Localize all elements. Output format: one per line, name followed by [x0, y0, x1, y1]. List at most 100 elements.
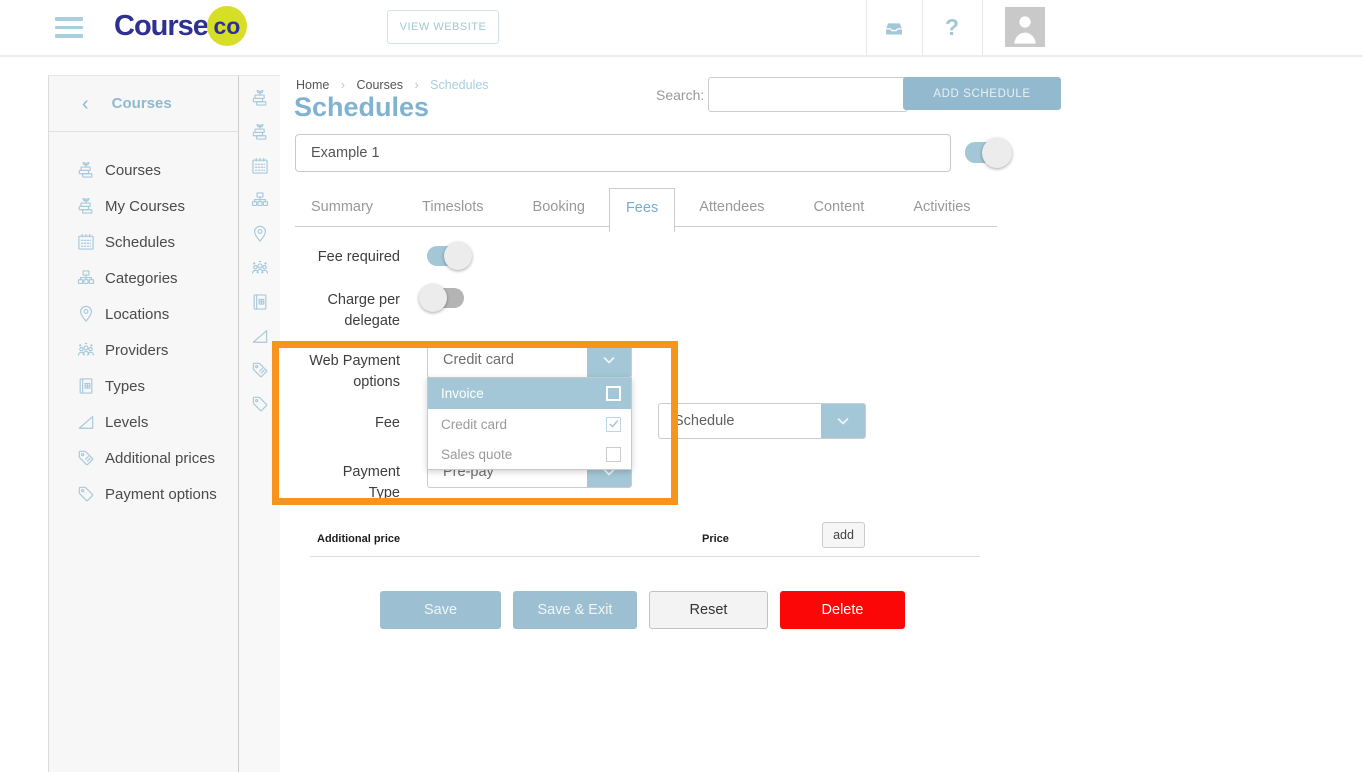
chevron-left-icon: ‹	[82, 95, 89, 113]
price-column-header: Price	[702, 533, 729, 545]
breadcrumb-schedules: Schedules	[430, 78, 488, 92]
web-payment-selected-value: Credit card	[428, 343, 587, 377]
fee-label: Fee	[295, 413, 400, 434]
breadcrumb-home[interactable]: Home	[296, 78, 329, 92]
add-schedule-button[interactable]: ADD SCHEDULE	[903, 77, 1061, 110]
menu-item-credit-card[interactable]: Credit card	[428, 409, 631, 439]
sidebar-item-label: Courses	[105, 162, 161, 179]
sidebar-item-label: Levels	[105, 414, 148, 431]
app-header: Course co VIEW WEBSITE ?	[0, 0, 1363, 57]
payment-options-icon[interactable]	[250, 394, 270, 414]
page-title: Schedules	[294, 92, 429, 123]
charge-per-delegate-toggle[interactable]	[427, 288, 464, 308]
sidebar-item-categories[interactable]: Categories	[49, 260, 238, 296]
courses-icon[interactable]	[250, 88, 270, 108]
schedules-icon[interactable]	[250, 156, 270, 176]
fee-required-toggle[interactable]	[427, 246, 464, 266]
add-price-button[interactable]: add	[822, 522, 865, 548]
tab-activities[interactable]: Activities	[897, 188, 986, 226]
app-logo[interactable]: Course co	[114, 6, 247, 46]
menu-icon[interactable]	[55, 17, 83, 43]
sidebar-item-types[interactable]: Types	[49, 368, 238, 404]
avatar[interactable]	[1005, 7, 1045, 47]
sidebar-item-courses[interactable]: Courses	[49, 152, 238, 188]
checkbox-unchecked-icon[interactable]	[606, 386, 621, 401]
tab-attendees[interactable]: Attendees	[683, 188, 780, 226]
menu-item-label: Credit card	[441, 417, 507, 432]
sidebar-item-my-courses[interactable]: My Courses	[49, 188, 238, 224]
locations-icon	[76, 304, 96, 324]
help-icon: ?	[945, 14, 959, 41]
sidebar-item-locations[interactable]: Locations	[49, 296, 238, 332]
categories-icon	[76, 268, 96, 288]
breadcrumb-courses[interactable]: Courses	[356, 78, 403, 92]
locations-icon[interactable]	[250, 224, 270, 244]
schedule-name-input[interactable]	[295, 134, 951, 172]
web-payment-options-label: Web Payment options	[295, 351, 400, 393]
sidebar-item-additional-prices[interactable]: Additional prices	[49, 440, 238, 476]
search-input[interactable]	[708, 77, 908, 112]
my-courses-icon[interactable]	[250, 122, 270, 142]
menu-item-invoice[interactable]: Invoice	[428, 378, 631, 409]
inbox-icon	[880, 16, 908, 40]
checkbox-checked-icon[interactable]	[606, 417, 621, 432]
view-website-button[interactable]: VIEW WEBSITE	[387, 10, 499, 44]
breadcrumb-separator: ›	[341, 78, 345, 92]
fee-schedule-select-button[interactable]	[821, 404, 865, 438]
sidebar: ‹ Courses Courses My Courses Schedules C…	[48, 75, 238, 772]
tab-bar: Summary Timeslots Booking Fees Attendees…	[295, 188, 997, 227]
reset-button[interactable]: Reset	[649, 591, 768, 629]
save-button[interactable]: Save	[380, 591, 501, 629]
courses-icon	[76, 160, 96, 180]
sidebar-item-label: Categories	[105, 270, 178, 287]
user-icon	[1005, 7, 1045, 47]
delete-button[interactable]: Delete	[780, 591, 905, 629]
categories-icon[interactable]	[250, 190, 270, 210]
app-window: Course co VIEW WEBSITE ? ‹ Courses	[0, 0, 1363, 772]
web-payment-select[interactable]: Credit card	[427, 342, 632, 378]
chevron-down-icon	[601, 352, 617, 368]
my-courses-icon	[76, 196, 96, 216]
tab-timeslots[interactable]: Timeslots	[406, 188, 500, 226]
sidebar-item-label: Providers	[105, 342, 168, 359]
levels-icon[interactable]	[250, 326, 270, 346]
additional-prices-icon	[76, 448, 96, 468]
tab-summary[interactable]: Summary	[295, 188, 389, 226]
additional-prices-icon[interactable]	[250, 360, 270, 380]
web-payment-select-button[interactable]	[587, 343, 631, 377]
providers-icon	[76, 340, 96, 360]
payment-type-label: Payment Type	[320, 462, 400, 504]
fee-required-label: Fee required	[295, 247, 400, 268]
inbox-button[interactable]	[866, 0, 922, 55]
levels-icon	[76, 412, 96, 432]
providers-icon[interactable]	[250, 258, 270, 278]
save-and-exit-button[interactable]: Save & Exit	[513, 591, 637, 629]
additional-price-column-header: Additional price	[317, 533, 400, 545]
sidebar-item-label: Payment options	[105, 486, 217, 503]
sidebar-item-label: Types	[105, 378, 145, 395]
schedules-icon	[76, 232, 96, 252]
fee-schedule-select[interactable]: Schedule	[658, 403, 866, 439]
logo-badge: co	[207, 6, 247, 46]
breadcrumb-separator: ›	[415, 78, 419, 92]
table-divider	[310, 556, 980, 557]
sidebar-item-label: Locations	[105, 306, 169, 323]
menu-item-label: Sales quote	[441, 447, 512, 462]
logo-text: Course	[114, 10, 208, 43]
menu-item-sales-quote[interactable]: Sales quote	[428, 439, 631, 469]
tab-content[interactable]: Content	[798, 188, 881, 226]
checkbox-unchecked-icon[interactable]	[606, 447, 621, 462]
sidebar-item-payment-options[interactable]: Payment options	[49, 476, 238, 512]
sidebar-item-providers[interactable]: Providers	[49, 332, 238, 368]
schedule-active-toggle[interactable]	[965, 142, 1004, 163]
breadcrumb: Home › Courses › Schedules	[296, 78, 489, 92]
tab-booking[interactable]: Booking	[517, 188, 601, 226]
sidebar-back[interactable]: ‹ Courses	[49, 76, 238, 132]
types-icon[interactable]	[250, 292, 270, 312]
help-button[interactable]: ?	[922, 0, 982, 55]
sidebar-menu: Courses My Courses Schedules Categories …	[49, 152, 238, 512]
sidebar-item-levels[interactable]: Levels	[49, 404, 238, 440]
sidebar-section-label: Courses	[112, 95, 172, 112]
sidebar-item-schedules[interactable]: Schedules	[49, 224, 238, 260]
tab-fees[interactable]: Fees	[609, 188, 675, 232]
